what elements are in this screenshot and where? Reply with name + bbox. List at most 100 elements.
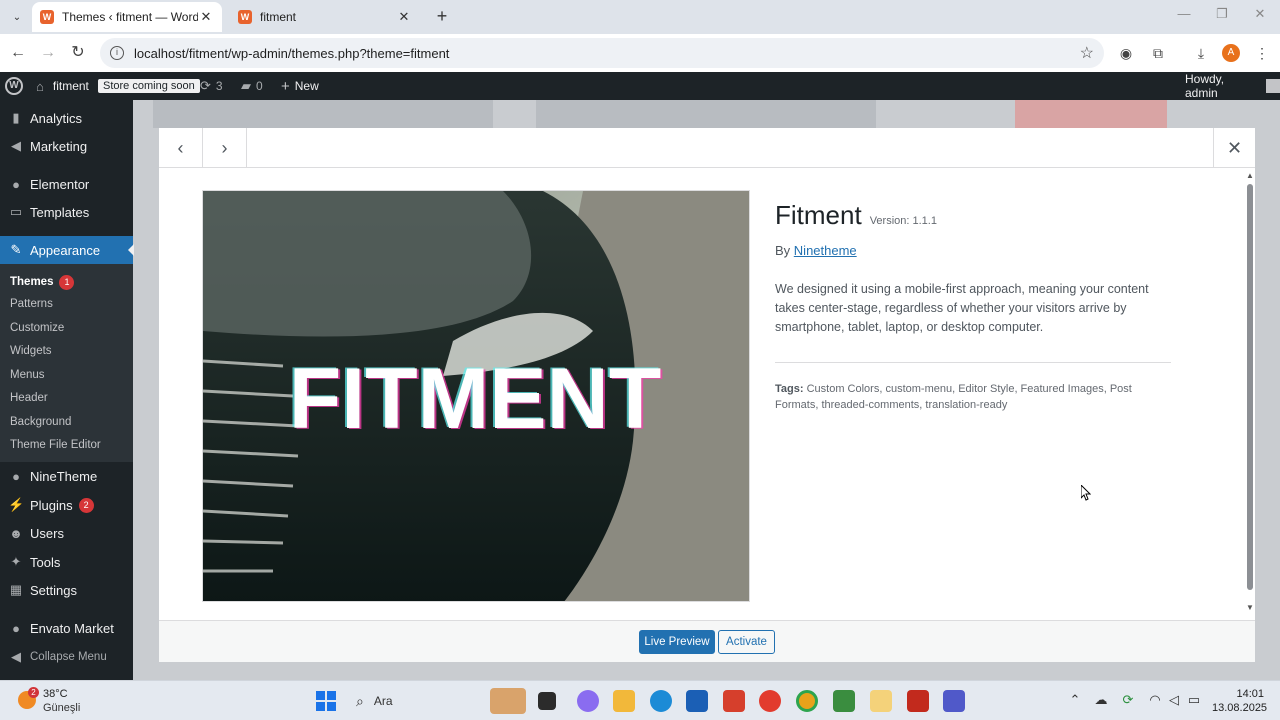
extensions-puzzle-icon[interactable]: ⧉ <box>1148 43 1168 63</box>
scroll-up-arrow-icon[interactable]: ▲ <box>1246 172 1254 180</box>
scroll-thumb[interactable] <box>1247 184 1253 590</box>
volume-muted-icon[interactable]: ◁ <box>1166 692 1182 708</box>
tab-title: Themes ‹ fitment — WordPress <box>62 10 198 24</box>
submenu-item-customize[interactable]: Customize <box>10 322 64 334</box>
activate-button[interactable]: Activate <box>718 630 775 654</box>
sidebar-collapse-menu[interactable]: ◀ Collapse Menu <box>0 643 133 671</box>
address-bar[interactable]: i localhost/fitment/wp-admin/themes.php?… <box>100 38 1104 68</box>
minimize-icon[interactable]: — <box>1174 6 1194 21</box>
weather-description[interactable]: Güneşli <box>43 702 80 714</box>
theme-version: Version: 1.1.1 <box>869 215 937 227</box>
sidebar-item-tools[interactable]: ✦ Tools <box>0 548 133 576</box>
megaphone-icon: ◀ <box>11 138 21 153</box>
sidebar-item-users[interactable]: ☻ Users <box>0 519 133 547</box>
updates-link[interactable]: ⟳ 3 <box>200 72 223 100</box>
sidebar-item-marketing[interactable]: ◀ Marketing <box>0 132 133 160</box>
teams-icon[interactable] <box>943 690 965 712</box>
close-icon[interactable]: ✕ <box>198 9 214 25</box>
weather-badge: 2 <box>28 687 39 698</box>
yandex-icon[interactable] <box>759 690 781 712</box>
task-view-icon[interactable] <box>538 692 556 710</box>
home-icon: ⌂ <box>36 78 44 94</box>
battery-icon[interactable]: ▭ <box>1186 692 1202 708</box>
chrome-extension-icon[interactable]: ◉ <box>1116 43 1136 63</box>
submenu-item-theme-file-editor[interactable]: Theme File Editor <box>10 439 101 451</box>
submenu-item-themes[interactable]: Themes 1 <box>10 275 75 290</box>
scroll-down-arrow-icon[interactable]: ▼ <box>1246 604 1254 612</box>
site-info-icon[interactable]: i <box>110 46 124 60</box>
onedrive-icon[interactable]: ☁ <box>1093 692 1109 708</box>
shield-app-icon[interactable] <box>723 690 745 712</box>
copilot-icon[interactable] <box>577 690 599 712</box>
sidebar-item-elementor[interactable]: ● Elementor <box>0 170 133 198</box>
new-tab-button[interactable]: + <box>432 7 452 27</box>
tab-search-icon[interactable]: ⌄ <box>6 7 28 27</box>
bookmark-star-icon[interactable]: ☆ <box>1080 43 1094 63</box>
store-icon[interactable] <box>686 690 708 712</box>
chrome-icon[interactable] <box>796 690 818 712</box>
submenu-item-patterns[interactable]: Patterns <box>10 298 53 310</box>
download-icon[interactable]: ⤓ <box>1191 43 1211 63</box>
store-coming-soon-badge[interactable]: Store coming soon <box>98 72 200 100</box>
windows-start-icon[interactable] <box>316 691 336 711</box>
back-icon[interactable]: ← <box>7 42 29 64</box>
sidebar-item-ninetheme[interactable]: ● NineTheme <box>0 462 133 490</box>
wrench-icon: ✦ <box>10 554 22 569</box>
plug-icon: ⚡ <box>8 497 25 512</box>
collapse-icon: ◀ <box>11 649 21 664</box>
window-close-icon[interactable]: ✕ <box>1250 6 1270 22</box>
circle-icon: ● <box>12 468 20 484</box>
modal-scrollbar[interactable]: ▲ ▼ <box>1246 172 1254 612</box>
file-explorer-icon[interactable] <box>613 690 635 712</box>
bg-theme-card <box>153 100 493 128</box>
appearance-submenu <box>0 264 133 462</box>
sync-icon[interactable]: ⟳ <box>1120 692 1136 708</box>
search-highlight-icon[interactable] <box>490 688 526 714</box>
browser-menu-icon[interactable]: ⋮ <box>1252 43 1272 63</box>
live-preview-button[interactable]: Live Preview <box>639 630 715 654</box>
comments-link[interactable]: ▰ 0 <box>241 72 263 100</box>
notepad-icon[interactable] <box>833 690 855 712</box>
profile-avatar[interactable]: A <box>1222 44 1240 62</box>
theme-details-modal: ‹ › ✕ FITMENT FITMENT FITMENT Fitment Ve… <box>159 128 1255 662</box>
submenu-item-menus[interactable]: Menus <box>10 369 45 381</box>
wordpress-favicon-icon: W <box>40 10 54 24</box>
restore-icon[interactable]: ❐ <box>1212 6 1232 22</box>
windows-taskbar: 2 38°C Güneşli ⌕ Ara ⌃ ☁ ⟳ ◠ ◁ ▭ 14:01 1… <box>0 680 1280 720</box>
screenshot-title: FITMENT <box>289 351 662 447</box>
sidebar-item-appearance[interactable]: ✎ Appearance <box>0 236 134 264</box>
filezilla-icon[interactable] <box>907 690 929 712</box>
themes-update-badge: 1 <box>59 275 75 290</box>
account-link[interactable]: Howdy, admin <box>1185 72 1280 100</box>
weather-temperature[interactable]: 38°C <box>43 688 68 700</box>
edge-icon[interactable] <box>650 690 672 712</box>
sidebar-item-templates[interactable]: ▭ Templates <box>0 198 133 226</box>
next-theme-button[interactable]: › <box>203 128 247 168</box>
close-icon[interactable]: ✕ <box>396 9 412 25</box>
forward-icon[interactable]: → <box>37 42 59 64</box>
submenu-item-header[interactable]: Header <box>10 392 48 404</box>
wordpress-logo-icon[interactable]: W <box>5 72 23 100</box>
taskbar-clock[interactable]: 14:01 13.08.2025 <box>1212 687 1267 715</box>
submenu-item-widgets[interactable]: Widgets <box>10 345 52 357</box>
chevron-up-icon[interactable]: ⌃ <box>1067 692 1083 708</box>
wifi-icon[interactable]: ◠ <box>1147 692 1163 708</box>
sidebar-item-plugins[interactable]: ⚡ Plugins 2 <box>0 491 133 519</box>
tab-fitment[interactable]: W fitment ✕ <box>230 2 420 32</box>
url-text[interactable]: localhost/fitment/wp-admin/themes.php?th… <box>134 46 1080 61</box>
previous-theme-button[interactable]: ‹ <box>159 128 203 168</box>
sidebar-item-envato-market[interactable]: ● Envato Market <box>0 614 133 642</box>
site-name-link[interactable]: ⌂ fitment <box>36 72 89 100</box>
theme-author-link[interactable]: Ninetheme <box>794 243 857 258</box>
sidebar-item-analytics[interactable]: ▮ Analytics <box>0 104 133 132</box>
close-modal-button[interactable]: ✕ <box>1213 128 1255 168</box>
new-content-link[interactable]: + New <box>281 72 319 100</box>
wordpress-favicon-icon: W <box>238 10 252 24</box>
submenu-item-background[interactable]: Background <box>10 416 71 428</box>
reload-icon[interactable]: ↻ <box>67 42 89 64</box>
sidebar-item-settings[interactable]: ▦ Settings <box>0 576 133 604</box>
tab-themes[interactable]: W Themes ‹ fitment — WordPress ✕ <box>32 2 222 32</box>
theme-screenshot: FITMENT FITMENT FITMENT <box>202 190 750 602</box>
mouse-cursor-icon <box>1081 485 1091 501</box>
archive-icon[interactable] <box>870 690 892 712</box>
